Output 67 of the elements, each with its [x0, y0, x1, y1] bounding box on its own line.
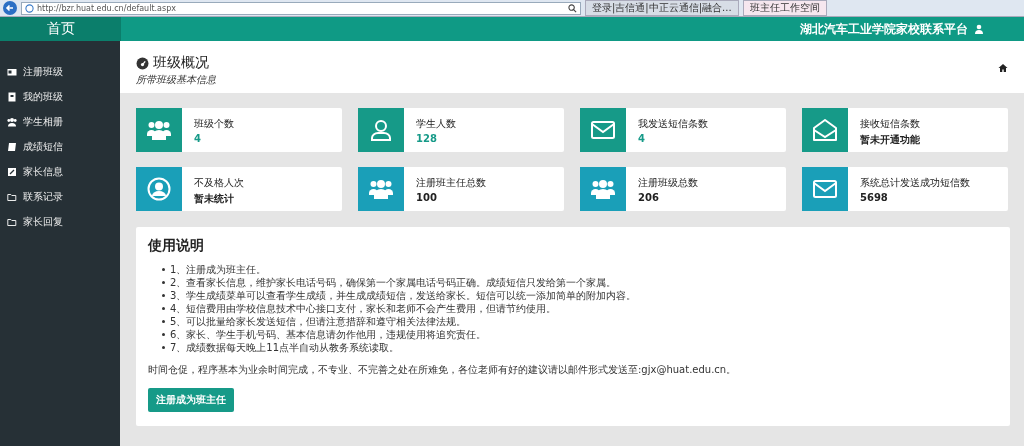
group-icon: [591, 178, 615, 200]
stat-label: 学生人数: [416, 117, 456, 131]
stat-label: 接收短信条数: [860, 117, 920, 131]
browser-tab[interactable]: 登录|吉信通|中正云通信|融合...: [585, 0, 739, 16]
sidebar-item[interactable]: 注册班级: [0, 59, 120, 84]
home-link[interactable]: 首页: [0, 17, 121, 41]
stat-value: 4: [194, 133, 202, 144]
dashboard-icon: [136, 56, 149, 70]
note-icon: [7, 141, 17, 152]
group-icon: [7, 116, 17, 127]
stat-value: 128: [416, 133, 438, 144]
stat-label: 不及格人次: [194, 176, 244, 190]
envelope-icon: [591, 121, 615, 139]
stat-label: 我发送短信条数: [638, 117, 708, 131]
group-icon: [369, 178, 393, 200]
sidebar-item[interactable]: 学生相册: [0, 109, 120, 134]
note-text: 时间仓促，程序基本为业余时间完成，不专业、不完善之处在所难免，各位老师有好的建议请以邮件形式发送至:gjx@huat.edu.cn。: [148, 363, 738, 377]
search-icon[interactable]: [568, 3, 577, 13]
stat-value: 暂未开通功能: [860, 133, 920, 147]
user-icon: [370, 119, 392, 141]
user-circle-icon: [147, 177, 171, 201]
user-icon[interactable]: [974, 24, 984, 34]
instruction-item: 1、注册成为班主任。: [170, 262, 267, 277]
group-icon: [147, 119, 171, 141]
folder-icon: [7, 216, 17, 227]
bullet-icon: [162, 294, 165, 297]
stat-value: 暂未统计: [194, 192, 235, 206]
address-bar[interactable]: http://bzr.huat.edu.cn/default.aspx: [21, 1, 581, 15]
book-icon: [7, 91, 17, 102]
sidebar-item[interactable]: 成绩短信: [0, 134, 120, 159]
bullet-icon: [162, 281, 165, 284]
sidebar-item[interactable]: 联系记录: [0, 184, 120, 209]
stat-label: 注册班级总数: [638, 176, 698, 190]
stat-label: 班级个数: [194, 117, 234, 131]
site-title: 湖北汽车工业学院家校联系平台: [800, 20, 968, 38]
stat-label: 注册班主任总数: [416, 176, 486, 190]
page-subtitle: 所带班级基本信息: [136, 73, 217, 87]
instruction-item: 4、短信费用由学校信息技术中心接口支付，家长和老师不会产生费用，但请节约使用。: [170, 301, 557, 316]
stat-value: 5698: [860, 192, 889, 203]
home-icon[interactable]: [998, 63, 1008, 73]
bullet-icon: [162, 333, 165, 336]
instruction-item: 5、可以批量给家长发送短信，但请注意措辞和遵守相关法律法规。: [170, 314, 467, 329]
envelope-icon: [813, 180, 837, 198]
instruction-item: 2、查看家长信息，维护家长电话号码，确保第一个家属电话号码正确。成绩短信只发给第一个家属。: [170, 275, 617, 290]
open-envelope-icon: [813, 119, 837, 141]
stat-value: 206: [638, 192, 660, 203]
stat-label: 系统总计发送成功短信数: [860, 176, 970, 190]
stat-value: 100: [416, 192, 438, 203]
section-title: 使用说明: [148, 237, 205, 255]
instruction-item: 7、成绩数据每天晚上11点半自动从教务系统读取。: [170, 340, 400, 355]
bullet-icon: [162, 268, 165, 271]
id-card-icon: [7, 66, 17, 77]
folder-icon: [7, 191, 17, 202]
bullet-icon: [162, 307, 165, 310]
bullet-icon: [162, 320, 165, 323]
sidebar-item[interactable]: 家长信息: [0, 159, 120, 184]
globe-icon: [25, 3, 34, 13]
instruction-item: 6、家长、学生手机号码、基本信息请勿作他用，违规使用将追究责任。: [170, 327, 487, 342]
sidebar-item[interactable]: 我的班级: [0, 84, 120, 109]
bullet-icon: [162, 346, 165, 349]
sidebar-item[interactable]: 家长回复: [0, 209, 120, 234]
edit-icon: [7, 166, 17, 177]
browser-tab[interactable]: 班主任工作空间: [742, 0, 827, 16]
page-title: 班级概况: [153, 54, 209, 72]
back-icon[interactable]: [3, 1, 17, 15]
stat-value: 4: [638, 133, 646, 144]
instruction-item: 3、学生成绩菜单可以查看学生成绩，并生成成绩短信，发送给家长。短信可以统一添加简单的附加内容。: [170, 288, 637, 303]
